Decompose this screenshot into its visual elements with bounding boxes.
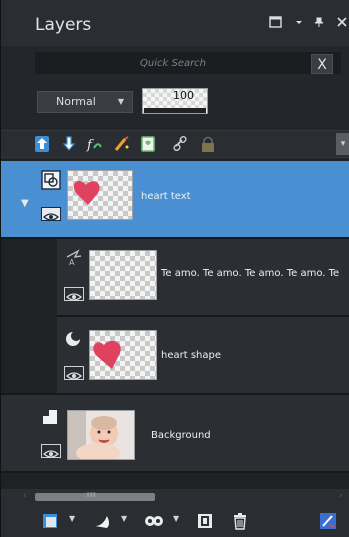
panel-title: Layers — [35, 15, 92, 35]
raster-icon — [41, 408, 59, 426]
trash-icon[interactable] — [231, 512, 249, 530]
mask-layer-icon[interactable] — [93, 512, 113, 530]
layer-properties-icon[interactable] — [319, 512, 337, 530]
link-icon[interactable] — [171, 135, 189, 153]
chevron-down-icon: ▼ — [117, 97, 124, 106]
chevron-down-icon[interactable]: ▼ — [69, 514, 75, 523]
panel-title-bar: Layers — [1, 0, 349, 46]
layer-thumbnail-heart-shape — [89, 330, 157, 380]
panel-menu-icon[interactable] — [292, 16, 306, 30]
scroll-right-icon[interactable]: › — [339, 491, 343, 501]
layer-effects-icon[interactable]: f — [85, 135, 103, 153]
blend-mode-value: Normal — [56, 95, 96, 108]
lock-icon[interactable] — [199, 135, 217, 153]
svg-text:A: A — [69, 258, 75, 267]
visibility-eye-icon[interactable] — [64, 366, 84, 380]
scroll-left-icon[interactable]: ‹ — [23, 491, 27, 501]
mask-icon[interactable] — [139, 135, 157, 153]
layer-name-heart-shape: heart shape — [161, 350, 222, 361]
brush-icon[interactable] — [113, 135, 131, 153]
collapse-group-icon[interactable]: ▼ — [21, 198, 29, 209]
layer-name-background: Background — [151, 430, 211, 441]
layer-thumbnail-te-amo — [89, 250, 157, 300]
layer-divider — [1, 471, 349, 473]
layer-name-te-amo: Te amo. Te amo. Te amo. Te amo. Te — [161, 268, 340, 279]
clear-search-button[interactable]: X — [311, 54, 333, 74]
group-icon — [41, 170, 61, 190]
chevron-down-icon[interactable]: ▼ — [121, 514, 127, 523]
move-layer-down-icon[interactable] — [60, 135, 78, 153]
adjustment-layer-icon[interactable] — [143, 512, 165, 530]
visibility-eye-icon[interactable] — [64, 287, 84, 301]
opacity-gradient — [144, 108, 206, 113]
close-icon[interactable] — [335, 16, 349, 30]
chevron-down-icon[interactable]: ▼ — [173, 514, 179, 523]
merge-layers-icon[interactable] — [195, 512, 215, 530]
svg-text:f: f — [86, 138, 94, 153]
pin-icon[interactable] — [312, 16, 326, 30]
blend-mode-select[interactable]: Normal ▼ — [37, 91, 133, 113]
move-layer-up-icon[interactable] — [33, 135, 51, 153]
layer-name-heart-text: heart text — [141, 191, 191, 202]
new-layer-icon[interactable] — [41, 512, 59, 530]
visibility-eye-icon[interactable] — [41, 444, 61, 458]
quick-search-input[interactable] — [35, 52, 311, 74]
quick-search — [35, 52, 341, 74]
scrollbar-grip: III — [87, 491, 97, 499]
layer-thumbnail-heart-text — [67, 170, 133, 220]
text-path-icon: A — [64, 247, 84, 267]
vector-icon — [64, 330, 82, 348]
visibility-eye-icon[interactable] — [41, 207, 61, 221]
layer-thumbnail-background — [67, 410, 135, 460]
maximize-icon[interactable] — [268, 16, 282, 30]
opacity-value: 100 — [173, 89, 194, 102]
layers-panel: Layers X Normal ▼ 100 f — [0, 0, 349, 537]
toolbar-scroll-button[interactable]: ▾ — [336, 133, 349, 155]
